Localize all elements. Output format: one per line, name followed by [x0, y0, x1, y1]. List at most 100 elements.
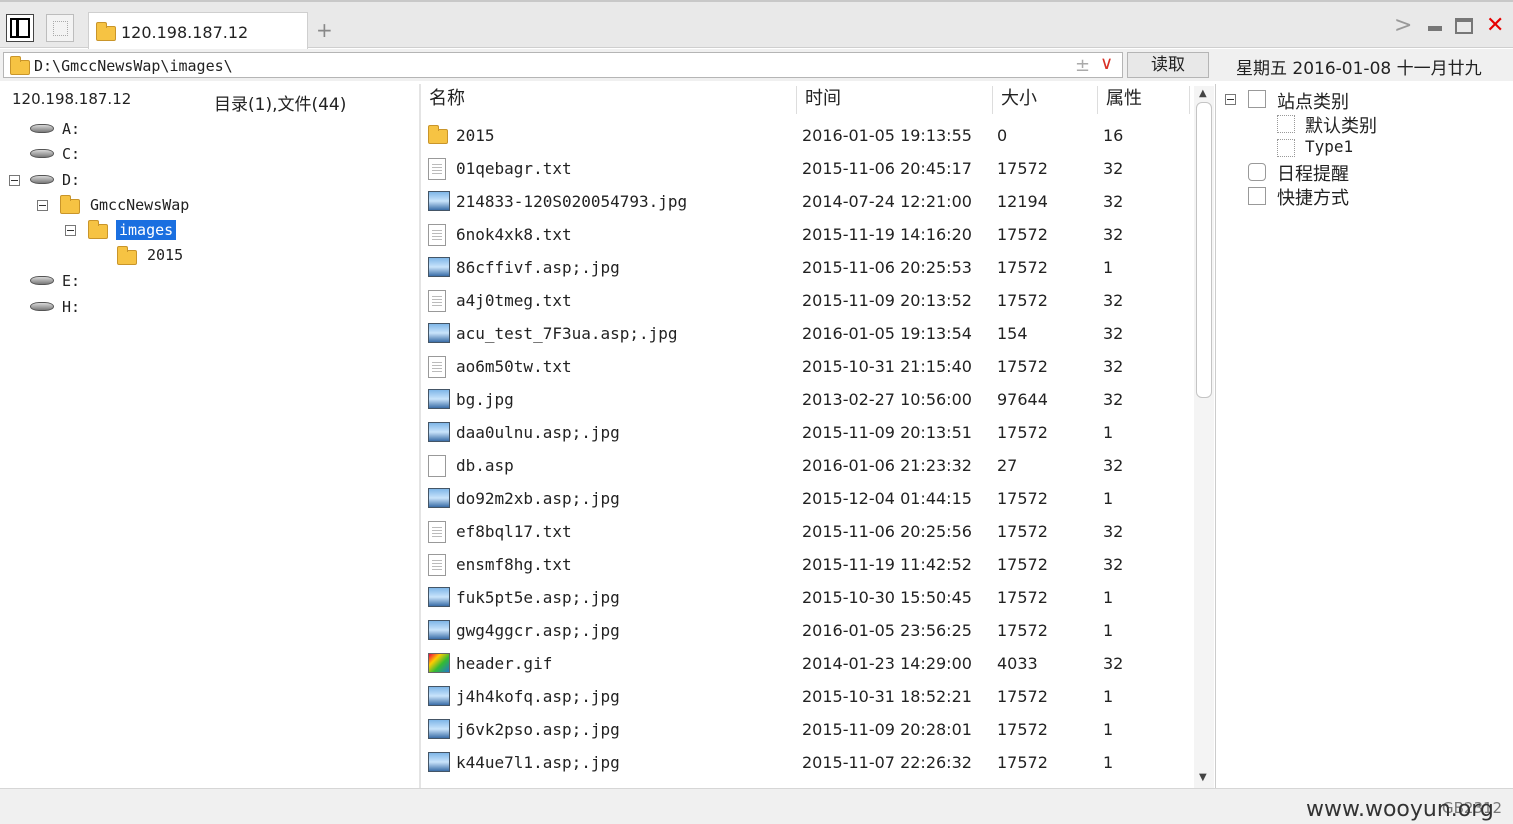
file-size: 17572 — [997, 753, 1048, 772]
tree-label: H: — [62, 298, 81, 316]
column-header-name[interactable]: 名称 — [421, 86, 797, 114]
file-time: 2015-11-06 20:25:56 — [802, 522, 972, 541]
file-row[interactable]: k44ue7l1.asp;.jpg 2015-11-07 22:26:32 1757… — [422, 746, 1192, 779]
chevron-down-icon[interactable]: ∨ — [1100, 53, 1113, 74]
collapse-icon[interactable] — [9, 175, 20, 186]
folder-icon — [60, 195, 80, 214]
address-bar: D:\GmccNewsWap\images\ ± ∨ 读取 星期五 2016-0… — [0, 49, 1513, 81]
file-row[interactable]: j6vk2pso.asp;.jpg 2015-11-09 20:28:01 1757… — [422, 713, 1192, 746]
file-size: 17572 — [997, 720, 1048, 739]
file-row[interactable]: ensmf8hg.txt 2015-11-19 11:42:52 17572 32 — [422, 548, 1192, 581]
file-name: 2015 — [456, 126, 495, 145]
file-row[interactable]: daa0ulnu.asp;.jpg 2015-11-09 20:13:51 1757… — [422, 416, 1192, 449]
file-row[interactable]: 01qebagr.txt 2015-11-06 20:45:17 17572 32 — [422, 152, 1192, 185]
sidebar-toggle-button[interactable] — [6, 14, 34, 42]
default-category-item[interactable]: 默认类别 — [1305, 112, 1377, 138]
file-size: 0 — [997, 126, 1008, 145]
file-time: 2015-10-31 21:15:40 — [802, 357, 972, 376]
file-row[interactable]: db.asp 2016-01-06 21:23:32 27 32 — [422, 449, 1192, 482]
file-row[interactable]: 2015 2016-01-05 19:13:55 0 16 — [422, 119, 1192, 152]
file-row[interactable]: header.gif 2014-01-23 14:29:00 4033 32 — [422, 647, 1192, 680]
image-file-icon — [428, 422, 450, 442]
file-time: 2015-11-09 20:13:52 — [802, 291, 972, 310]
folder-open-icon — [88, 220, 108, 239]
file-size: 17572 — [997, 522, 1048, 541]
file-row[interactable]: bg.jpg 2013-02-27 10:56:00 97644 32 — [422, 383, 1192, 416]
file-time: 2014-07-24 12:21:00 — [802, 192, 972, 211]
file-size: 27 — [997, 456, 1018, 475]
collapse-icon[interactable] — [65, 225, 76, 236]
file-size: 17572 — [997, 291, 1048, 310]
column-header-time[interactable]: 时间 — [797, 86, 993, 114]
collapse-icon[interactable] — [1225, 94, 1236, 105]
scroll-down-icon[interactable]: ▼ — [1199, 772, 1207, 783]
file-size: 12194 — [997, 192, 1048, 211]
file-row[interactable]: ao6m50tw.txt 2015-10-31 21:15:40 17572 32 — [422, 350, 1192, 383]
shortcut-icon — [1248, 187, 1266, 205]
image-file-icon — [428, 191, 450, 211]
maximize-icon[interactable] — [1455, 18, 1473, 34]
minimize-icon[interactable] — [1428, 26, 1442, 31]
file-name: 01qebagr.txt — [456, 159, 572, 178]
file-attr: 1 — [1103, 489, 1114, 508]
file-time: 2015-11-07 22:26:32 — [802, 753, 972, 772]
folder-icon — [117, 246, 137, 265]
file-name: bg.jpg — [456, 390, 514, 409]
collapse-icon[interactable] — [37, 200, 48, 211]
scroll-thumb[interactable] — [1196, 102, 1212, 398]
file-row[interactable]: a4j0tmeg.txt 2015-11-09 20:13:52 17572 32 — [422, 284, 1192, 317]
file-name: a4j0tmeg.txt — [456, 291, 572, 310]
blank-tab-button[interactable] — [46, 14, 74, 42]
read-button[interactable]: 读取 — [1127, 52, 1209, 78]
watermark: www.wooyun.org — [1306, 797, 1494, 822]
file-row[interactable]: 86cffivf.asp;.jpg 2015-11-06 20:25:53 1757… — [422, 251, 1192, 284]
file-row[interactable]: fuk5pt5e.asp;.jpg 2015-10-30 15:50:45 1757… — [422, 581, 1192, 614]
file-row[interactable]: do92m2xb.asp;.jpg 2015-12-04 01:44:15 1757… — [422, 482, 1192, 515]
file-size: 17572 — [997, 687, 1048, 706]
text-file-icon — [428, 224, 446, 246]
tab-bar: 120.198.187.12 + > ✕ — [0, 0, 1513, 50]
file-name: j6vk2pso.asp;.jpg — [456, 720, 620, 739]
plus-minus-icon[interactable]: ± — [1075, 55, 1090, 76]
scroll-up-icon[interactable]: ▲ — [1199, 88, 1207, 99]
file-name: ao6m50tw.txt — [456, 357, 572, 376]
pane-splitter[interactable] — [419, 84, 421, 788]
file-name: acu_test_7F3ua.asp;.jpg — [456, 324, 678, 343]
type1-item[interactable]: Type1 — [1305, 137, 1353, 156]
file-size: 17572 — [997, 555, 1048, 574]
file-list-scrollbar[interactable]: ▲ ▼ — [1194, 86, 1214, 788]
file-name: daa0ulnu.asp;.jpg — [456, 423, 620, 442]
file-name: do92m2xb.asp;.jpg — [456, 489, 620, 508]
drive-icon — [30, 302, 54, 311]
schedule-reminder-item[interactable]: 日程提醒 — [1277, 160, 1349, 186]
file-row[interactable]: gwg4ggcr.asp;.jpg 2016-01-05 23:56:25 1757… — [422, 614, 1192, 647]
site-category-item[interactable]: 站点类别 — [1277, 88, 1349, 114]
file-size: 17572 — [997, 357, 1048, 376]
shortcut-item[interactable]: 快捷方式 — [1277, 184, 1349, 210]
file-row[interactable]: j4h4kofq.asp;.jpg 2015-10-31 18:52:21 1757… — [422, 680, 1192, 713]
tree-label: 2015 — [147, 246, 184, 264]
new-tab-plus-icon[interactable]: + — [316, 20, 333, 40]
image-file-icon — [428, 752, 450, 772]
file-attr: 32 — [1103, 654, 1124, 673]
file-attr: 32 — [1103, 225, 1124, 244]
file-attr: 32 — [1103, 456, 1124, 475]
path-input[interactable]: D:\GmccNewsWap\images\ ± ∨ — [3, 52, 1123, 78]
file-name: j4h4kofq.asp;.jpg — [456, 687, 620, 706]
file-row[interactable]: ef8bql17.txt 2015-11-06 20:25:56 17572 32 — [422, 515, 1192, 548]
chevron-right-icon[interactable]: > — [1394, 15, 1412, 37]
file-attr: 1 — [1103, 258, 1114, 277]
file-size: 97644 — [997, 390, 1048, 409]
column-header-size[interactable]: 大小 — [993, 86, 1098, 114]
file-attr: 32 — [1103, 522, 1124, 541]
tab-host[interactable]: 120.198.187.12 — [88, 12, 308, 50]
column-header-attr[interactable]: 属性 — [1098, 86, 1190, 114]
file-row[interactable]: 214833-120S020054793.jpg 2014-07-24 12:21… — [422, 185, 1192, 218]
file-time: 2015-11-06 20:25:53 — [802, 258, 972, 277]
file-row[interactable]: 6nok4xk8.txt 2015-11-19 14:16:20 17572 32 — [422, 218, 1192, 251]
close-icon[interactable]: ✕ — [1486, 15, 1504, 37]
file-attr: 1 — [1103, 423, 1114, 442]
file-size: 17572 — [997, 621, 1048, 640]
file-attr: 32 — [1103, 390, 1124, 409]
file-row[interactable]: acu_test_7F3ua.asp;.jpg 2016-01-05 19:13:… — [422, 317, 1192, 350]
